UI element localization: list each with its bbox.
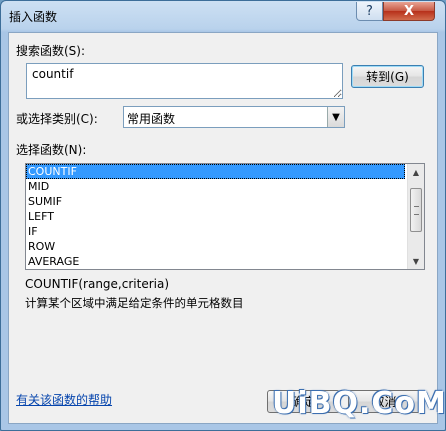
function-list-item[interactable]: LEFT [26, 209, 405, 224]
function-syntax: COUNTIF(range,criteria) [25, 277, 169, 291]
function-list-item[interactable]: ROW [26, 239, 405, 254]
function-help-link[interactable]: 有关该函数的帮助 [16, 391, 112, 408]
chevron-down-icon[interactable]: ▼ [327, 107, 344, 127]
dialog-body: 搜索函数(S): countif 转到(G) 或选择类别(C): 常用函数 ▼ … [8, 32, 438, 424]
category-label: 或选择类别(C): [16, 112, 98, 126]
function-list-item[interactable]: AVERAGE [26, 254, 405, 269]
help-button[interactable]: ? [356, 2, 383, 21]
function-list-item[interactable]: IF [26, 224, 405, 239]
category-select[interactable]: 常用函数 ▼ [123, 106, 345, 128]
scrollbar-thumb[interactable] [410, 188, 422, 232]
function-description: 计算某个区域中满足给定条件的单元格数目 [25, 296, 244, 310]
close-icon: X [403, 3, 415, 19]
insert-function-dialog: 插入函数 ? X 搜索函数(S): countif 转到(G) 或选择类别(C)… [0, 0, 446, 431]
question-mark-icon: ? [366, 3, 373, 19]
function-list-item[interactable]: SUMIF [26, 194, 405, 209]
goto-button[interactable]: 转到(G) [351, 65, 424, 88]
category-selected-value: 常用函数 [127, 112, 176, 126]
function-list-label: 选择函数(N): [16, 143, 87, 157]
search-label: 搜索函数(S): [16, 44, 86, 58]
scroll-up-icon[interactable]: ▲ [408, 164, 424, 180]
scroll-down-icon[interactable]: ▼ [408, 253, 424, 269]
search-input[interactable]: countif [26, 63, 343, 99]
function-list-item[interactable]: COUNTIF [26, 164, 405, 179]
site-watermark: UiBQ.CoM [272, 386, 446, 421]
title-bar[interactable]: 插入函数 ? X [1, 1, 445, 32]
vertical-scrollbar[interactable]: ▲ ▼ [407, 164, 424, 269]
close-button[interactable]: X [383, 2, 435, 21]
function-list[interactable]: COUNTIF MID SUMIF LEFT IF ROW AVERAGE ▲ ▼ [25, 163, 425, 270]
function-list-item[interactable]: MID [26, 179, 405, 194]
dialog-title: 插入函数 [9, 10, 58, 24]
